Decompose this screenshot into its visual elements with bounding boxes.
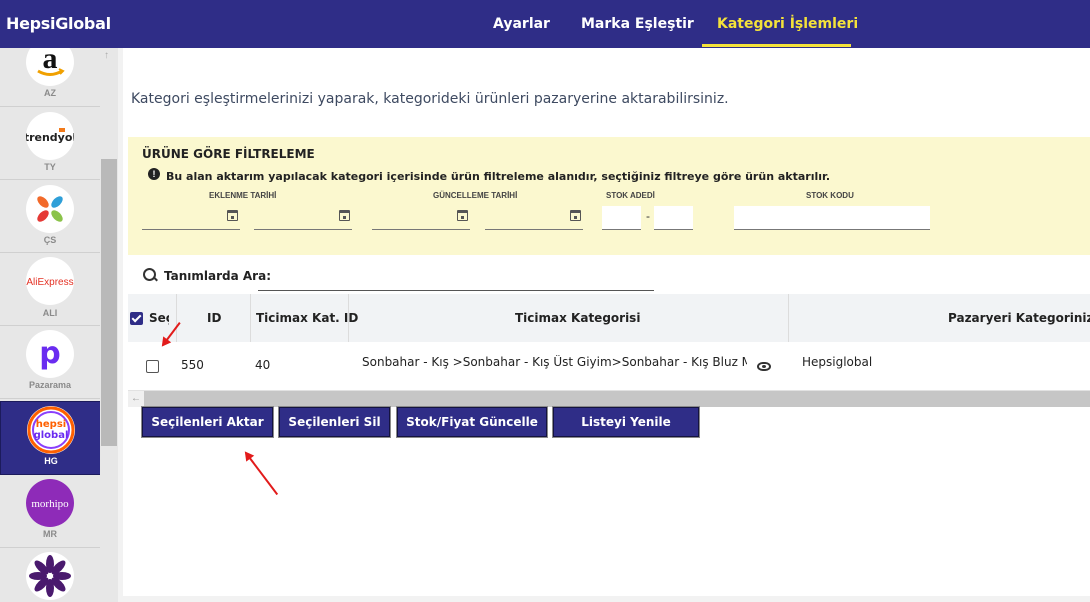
info-icon: ! [148,168,160,180]
tab-marka-eslestir[interactable]: Marka Eşleştir [581,16,694,32]
stock-min-input[interactable] [602,206,641,230]
created-date-label: EKLENME TARİHİ [209,191,277,200]
filter-title: ÜRÜNE GÖRE FİLTRELEME [142,147,315,161]
header-ticimax-category[interactable]: Ticimax Kategorisi [515,311,640,325]
aliexpress-logo-icon: AliExpress [26,257,74,305]
svg-text:trendyol: trendyol [26,131,74,144]
stock-range-separator: - [646,209,650,223]
sidebar-item-label: HG [44,456,58,466]
search-icon [143,268,156,281]
calendar-icon[interactable] [457,210,468,221]
sidebar-item-label: AZ [44,88,56,98]
cell-marketplace-category: Hepsiglobal [802,355,873,369]
svg-text:morhipo: morhipo [31,498,69,510]
stock-code-label: STOK KODU [806,191,854,200]
sidebar-item-label: MR [43,529,57,539]
sidebar-item-next[interactable] [0,548,100,602]
select-all-checkbox[interactable] [130,312,143,325]
created-date-end-input[interactable] [254,207,352,230]
search-input[interactable] [258,266,654,291]
cell-id: 550 [181,358,204,372]
delete-selected-button[interactable]: Seçilenleri Sil [279,407,390,437]
transfer-selected-button[interactable]: Seçilenleri Aktar [142,407,273,437]
sidebar-item-morhipo[interactable]: morhipo MR [0,475,100,548]
sidebar-scroll-thumb[interactable] [101,159,117,446]
sidebar-item-label: ÇS [43,235,57,245]
intro-text: Kategori eşleştirmelerinizi yaparak, kat… [131,91,729,107]
header-marketplace-category[interactable]: Pazaryeri Kategoriniz [948,311,1090,325]
created-date-start-input[interactable] [142,207,240,230]
scroll-left-arrow-icon[interactable]: ← [128,391,144,407]
svg-text:AliExpress: AliExpress [26,277,73,288]
scroll-up-arrow-icon[interactable]: ↑ [104,50,109,61]
search-label: Tanımlarda Ara: [164,269,271,283]
sidebar-item-label: TY [44,162,56,172]
active-tab-indicator [702,44,851,47]
svg-text:global: global [34,430,69,441]
svg-text:a: a [43,48,58,75]
amazon-logo-icon: a [26,48,74,86]
sidebar-item-pazarama[interactable]: p Pazarama [0,326,100,399]
morhipo-logo-icon: morhipo [26,479,74,527]
row-select-checkbox[interactable] [146,360,159,373]
calendar-icon[interactable] [227,210,238,221]
calendar-icon[interactable] [339,210,350,221]
sidebar-item-amazon[interactable]: a AZ [0,48,100,107]
ciceksepeti-logo-icon [26,185,74,233]
calendar-icon[interactable] [570,210,581,221]
cell-ticimax-category: Sonbahar - Kış >Sonbahar - Kış Üst Giyim… [362,355,747,369]
tab-kategori-islemleri[interactable]: Kategori İşlemleri [717,16,858,32]
header-select: Seç [149,311,169,325]
stock-amount-label: STOK ADEDİ [606,191,655,200]
table-horizontal-scrollbar[interactable]: ← [128,391,1090,407]
stock-max-input[interactable] [654,206,693,230]
pazarama-logo-icon: p [26,330,74,378]
trendyol-logo-icon: trendyol [26,112,74,160]
sidebar-item-ciceksepeti[interactable]: ÇS [0,180,100,253]
flower-logo-icon [26,552,74,600]
updated-date-end-input[interactable] [485,207,583,230]
sidebar-item-trendyol[interactable]: trendyol TY [0,107,100,180]
marketplace-sidebar: a AZ trendyol TY ÇS AliExpress ALI p Paz… [0,48,118,602]
svg-text:hepsi: hepsi [36,419,66,430]
hepsiglobal-logo-icon: hepsi global [27,406,75,454]
sidebar-item-label: Pazarama [28,380,72,390]
updated-date-label: GÜNCELLEME TARİHİ [433,191,518,200]
header-ticimax-id[interactable]: Ticimax Kat. ID [256,311,358,325]
update-stock-price-button[interactable]: Stok/Fiyat Güncelle [397,407,547,437]
stock-code-input[interactable] [734,206,930,230]
brand-logo[interactable]: HepsiGlobal [6,14,111,33]
tab-ayarlar[interactable]: Ayarlar [493,16,550,32]
filter-description: Bu alan aktarım yapılacak kategori içeri… [166,170,831,183]
sidebar-item-hepsiglobal[interactable]: hepsi global HG [0,401,102,475]
svg-text:p: p [39,336,60,371]
refresh-list-button[interactable]: Listeyi Yenile [553,407,699,437]
eye-icon[interactable] [757,362,771,371]
header-id[interactable]: ID [207,311,221,325]
sidebar-item-aliexpress[interactable]: AliExpress ALI [0,253,100,326]
sidebar-item-label: ALI [42,308,58,318]
cell-ticimax-id: 40 [255,358,271,372]
top-navbar: HepsiGlobal Ayarlar Marka Eşleştir Kateg… [0,0,1090,48]
updated-date-start-input[interactable] [372,207,470,230]
